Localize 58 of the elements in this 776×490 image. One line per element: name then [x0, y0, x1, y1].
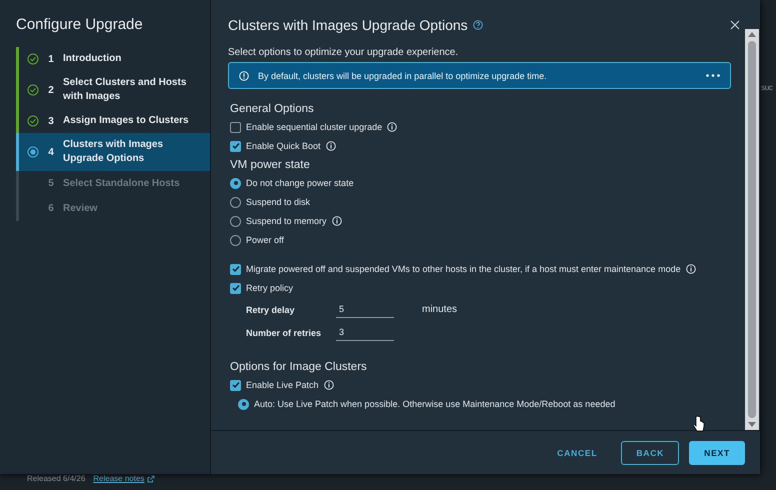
radio-button[interactable]	[230, 216, 241, 226]
checkbox[interactable]	[230, 122, 241, 132]
option-label: Suspend to disk	[246, 197, 310, 207]
field-label: Retry delay	[246, 304, 296, 314]
scroll-down-icon[interactable]	[748, 422, 756, 427]
option-label: Enable Live Patch	[246, 380, 319, 390]
intro-text: Select options to optimize your upgrade experience.	[228, 47, 460, 58]
radio-button[interactable]	[238, 398, 249, 410]
alert-icon	[239, 70, 249, 80]
radio-button[interactable]	[230, 196, 241, 208]
checkbox[interactable]	[230, 264, 241, 274]
checkbox[interactable]	[230, 380, 241, 390]
checkbox[interactable]	[230, 282, 241, 294]
section-heading: Options for Image Clusters	[230, 361, 368, 373]
alert-text: By default, clusters will be upgraded in parallel to optimize upgrade time.	[258, 70, 548, 80]
option-label: Power off	[246, 235, 284, 245]
radio-button[interactable]	[230, 234, 241, 246]
check-circle-icon	[27, 115, 39, 127]
radio-button[interactable]	[230, 178, 241, 188]
option-label: Migrate powered off and suspended VMs to other hosts in the cluster, if a host must enter maintenance mode	[246, 264, 681, 274]
option-label: Do not change power state	[246, 178, 354, 188]
scroll-up-icon[interactable]	[748, 32, 756, 37]
section-heading: General Options	[230, 103, 315, 115]
info-icon[interactable]	[387, 122, 398, 132]
scrollbar[interactable]	[745, 29, 759, 430]
option-label: Enable sequential cluster upgrade	[246, 122, 382, 132]
current-step-icon	[27, 146, 39, 158]
check-circle-icon	[27, 53, 39, 65]
unit-label: minutes	[422, 304, 458, 315]
background-text: suc	[761, 83, 773, 92]
release-notes-link[interactable]: Release notes	[93, 474, 156, 483]
external-link-icon	[147, 474, 156, 482]
input-field[interactable]: 3	[336, 324, 394, 341]
option-label: Enable Quick Boot	[246, 141, 321, 151]
info-icon[interactable]	[324, 380, 334, 390]
next-button[interactable]: NEXT	[689, 440, 745, 464]
help-icon[interactable]	[472, 20, 483, 30]
wizard-step[interactable]: 1 Introduction	[16, 47, 210, 71]
input-field[interactable]: 5	[336, 301, 394, 318]
wizard-title: Configure Upgrade	[16, 16, 144, 33]
release-date: Released 6/4/26	[27, 474, 86, 483]
wizard-step[interactable]: 2 Select Clusters and Hosts with Images	[16, 71, 210, 109]
check-circle-icon	[27, 84, 39, 96]
option-label: Auto: Use Live Patch when possible. Otherwise use Maintenance Mode/Reboot as needed	[254, 399, 616, 409]
hand-cursor-icon	[693, 416, 705, 432]
cancel-button[interactable]: CANCEL	[543, 440, 612, 464]
section-heading: VM power state	[230, 159, 311, 171]
more-icon[interactable]	[706, 74, 720, 77]
option-label: Retry policy	[246, 283, 294, 293]
checkbox[interactable]	[230, 140, 241, 152]
back-button[interactable]: BACK	[621, 440, 680, 464]
field-label: Number of retries	[246, 328, 322, 338]
info-icon[interactable]	[326, 141, 336, 151]
option-label: Suspend to memory	[246, 216, 327, 226]
close-button[interactable]	[730, 20, 740, 30]
panel-title: Clusters with Images Upgrade Options	[228, 17, 468, 33]
info-icon[interactable]	[686, 264, 696, 274]
info-icon[interactable]	[332, 216, 342, 226]
